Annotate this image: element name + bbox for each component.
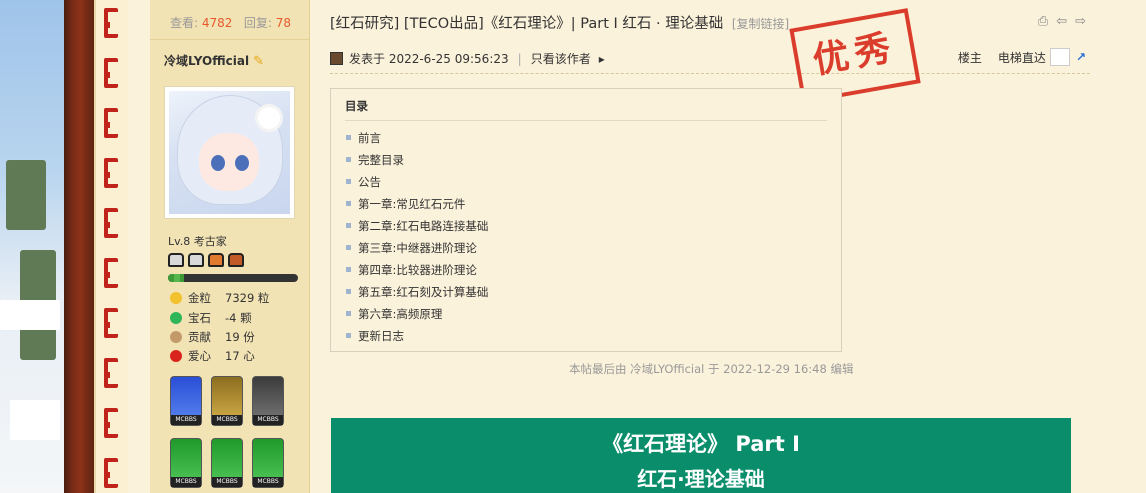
toc-item[interactable]: 公告 — [331, 174, 841, 196]
toc-item[interactable]: 第四章:比较器进阶理论 — [331, 262, 841, 284]
thread-stats: 查看: 4782 回复: 78 — [150, 0, 309, 40]
last-edit-note: 本帖最后由 冷域LYOfficial 于 2022-12-29 16:48 编辑 — [569, 362, 854, 376]
stat-gold: 金粒 7329 粒 — [170, 290, 269, 306]
thread-title: [红石研究] [TECO出品]《红石理论》| Part I 红石 · 理论基础 … — [330, 12, 789, 33]
toc-item[interactable]: 第三章:中继器进阶理论 — [331, 240, 841, 262]
toc-item[interactable]: 第六章:高频原理 — [331, 306, 841, 328]
author-sidebar: 查看: 4782 回复: 78 冷域LYOfficial ✎ Lv.8 考古家 金… — [150, 0, 310, 493]
emerald-icon — [170, 312, 182, 324]
post-date: 发表于 2022-6-25 09:56:23 — [349, 52, 509, 66]
toc-item[interactable]: 第二章:红石电路连接基础 — [331, 218, 841, 240]
gold-helmet-icon — [208, 253, 224, 267]
stat-heart: 爱心 17 心 — [170, 348, 255, 364]
floor-label: 楼主 — [957, 50, 982, 65]
xp-progress-bar — [168, 274, 298, 282]
author-only-link[interactable]: 只看该作者 — [531, 50, 591, 67]
replies-count: 78 — [275, 16, 292, 30]
avatar-image — [169, 91, 290, 214]
xp-progress-fill — [168, 274, 184, 282]
author-online-icon — [330, 52, 343, 65]
floor-tools: 楼主 电梯直达 ↗ — [958, 48, 1086, 66]
medal-redstone[interactable] — [170, 438, 202, 488]
post-main: [红石研究] [TECO出品]《红石理论》| Part I 红石 · 理论基础 … — [310, 0, 1146, 493]
medal-palette[interactable] — [252, 438, 284, 488]
print-icon[interactable]: ⎙ — [1038, 14, 1048, 29]
apple-icon — [170, 350, 182, 362]
next-thread-icon[interactable]: ⇨ — [1075, 14, 1086, 29]
banner-title: 《红石理论》 Part I — [602, 432, 800, 456]
copy-link-button[interactable]: [复制链接] — [732, 17, 789, 31]
stat-gem: 宝石 -4 颗 — [170, 310, 252, 326]
jump-go-icon[interactable]: ↗ — [1076, 50, 1086, 64]
cookie-icon — [170, 331, 182, 343]
toc-item[interactable]: 第一章:常见红石元件 — [331, 196, 841, 218]
gold-nugget-icon — [170, 292, 182, 304]
iron-helmet-icon — [168, 253, 184, 267]
triangle-right-icon[interactable]: ▸ — [599, 52, 605, 66]
toc-list: 前言 完整目录 公告 第一章:常见红石元件 第二章:红石电路连接基础 第三章:中… — [331, 130, 841, 350]
background-scenery — [0, 0, 64, 493]
banner-subtitle: 红石·理论基础 — [637, 467, 765, 491]
stat-contribution: 贡献 19 份 — [170, 329, 255, 345]
author-name-text[interactable]: 冷域LYOfficial — [164, 54, 249, 68]
views-count: 4782 — [201, 16, 233, 30]
toc-item[interactable]: 完整目录 — [331, 152, 841, 174]
medal-book[interactable] — [211, 376, 243, 426]
wood-frame-border — [64, 0, 94, 493]
thread-title-text: [红石研究] [TECO出品]《红石理论》| Part I 红石 · 理论基础 — [330, 16, 724, 32]
toc-item[interactable]: 更新日志 — [331, 328, 841, 350]
medal-portrait[interactable] — [170, 376, 202, 426]
level-badges — [168, 253, 244, 267]
thread-tools: ⎙ ⇦ ⇨ — [1038, 14, 1086, 29]
jump-to-floor-label: 电梯直达 — [997, 50, 1046, 65]
iron-helmet-icon — [188, 253, 204, 267]
pencil-icon: ✎ — [253, 54, 264, 69]
toc-item[interactable]: 第五章:红石刻及计算基础 — [331, 284, 841, 306]
avatar[interactable] — [164, 86, 295, 219]
replies-label: 回复: — [243, 16, 272, 30]
table-of-contents: 目录 前言 完整目录 公告 第一章:常见红石元件 第二章:红石电路连接基础 第三… — [330, 88, 842, 352]
author-name[interactable]: 冷域LYOfficial ✎ — [164, 52, 264, 69]
views-label: 查看: — [170, 16, 199, 30]
floor-number-input[interactable] — [1049, 48, 1070, 66]
toc-title: 目录 — [345, 98, 827, 121]
post-banner: 《红石理论》 Part I 红石·理论基础 — [331, 418, 1071, 493]
prev-thread-icon[interactable]: ⇦ — [1056, 14, 1067, 29]
medal-code[interactable] — [252, 376, 284, 426]
medal-brick[interactable] — [211, 438, 243, 488]
user-level: Lv.8 考古家 — [168, 235, 227, 248]
gold-helmet-icon — [228, 253, 244, 267]
redstone-frame-strip — [94, 0, 128, 493]
toc-item[interactable]: 前言 — [331, 130, 841, 152]
